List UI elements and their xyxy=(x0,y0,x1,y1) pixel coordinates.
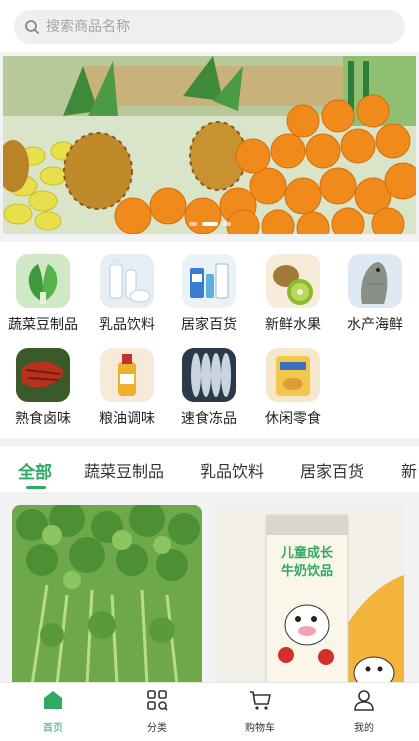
top-bar xyxy=(0,0,419,52)
celery-image xyxy=(12,505,202,685)
category-oil-seasoning[interactable]: 粮油调味 xyxy=(86,336,166,427)
oil-seasoning-image xyxy=(100,348,154,402)
app-page: 蔬菜豆制品 乳品饮料 居家百货 新鲜水果 水产海鲜 xyxy=(0,0,419,741)
category-cooked-food[interactable]: 熟食卤味 xyxy=(2,336,82,427)
category-label: 休闲零食 xyxy=(265,411,321,427)
milk-drink-image: 儿童成长 牛奶饮品 xyxy=(214,505,404,685)
pagination-dot-active[interactable] xyxy=(201,222,218,226)
nav-label: 首页 xyxy=(43,723,63,734)
search-icon xyxy=(25,20,39,34)
category-grid: 蔬菜豆制品 乳品饮料 居家百货 新鲜水果 水产海鲜 熟食卤味 粮油调味 速食冻品… xyxy=(0,242,419,438)
category-label: 居家百货 xyxy=(181,317,237,333)
nav-cart[interactable]: 购物车 xyxy=(220,689,300,739)
household-image xyxy=(182,254,236,308)
nav-label: 我的 xyxy=(354,723,374,734)
category-label: 水产海鲜 xyxy=(347,317,403,333)
category-snacks[interactable]: 休闲零食 xyxy=(252,336,332,427)
nav-category[interactable]: 分类 xyxy=(117,689,197,739)
search-bar[interactable] xyxy=(14,10,405,44)
tab-more[interactable]: 新 xyxy=(401,458,417,482)
category-label: 蔬菜豆制品 xyxy=(8,317,78,333)
category-household[interactable]: 居家百货 xyxy=(168,242,248,333)
package-text-1: 儿童成长 xyxy=(280,545,334,561)
snacks-image xyxy=(266,348,320,402)
product-card[interactable] xyxy=(12,505,202,685)
user-icon xyxy=(354,690,374,711)
package-text-2: 牛奶饮品 xyxy=(281,563,333,579)
category-seafood[interactable]: 水产海鲜 xyxy=(334,242,414,333)
product-card[interactable]: 儿童成长 牛奶饮品 xyxy=(214,505,404,685)
tab-dairy[interactable]: 乳品饮料 xyxy=(200,458,264,482)
category-frozen-food[interactable]: 速食冻品 xyxy=(168,336,248,427)
category-label: 新鲜水果 xyxy=(265,317,321,333)
category-tabs: 全部 蔬菜豆制品 乳品饮料 居家百货 新 xyxy=(0,446,419,492)
seafood-image xyxy=(348,254,402,308)
vegetables-image xyxy=(16,254,70,308)
tab-vegetables[interactable]: 蔬菜豆制品 xyxy=(84,458,164,482)
category-vegetables[interactable]: 蔬菜豆制品 xyxy=(2,242,82,333)
category-fruit[interactable]: 新鲜水果 xyxy=(252,242,332,333)
active-tab-indicator xyxy=(26,486,46,489)
category-icon xyxy=(147,690,168,711)
search-input[interactable] xyxy=(46,19,366,35)
category-label: 乳品饮料 xyxy=(99,317,155,333)
banner-pagination xyxy=(3,222,416,226)
category-dairy[interactable]: 乳品饮料 xyxy=(86,242,166,333)
banner-fruit-image xyxy=(3,56,416,234)
dairy-image xyxy=(100,254,154,308)
nav-label: 购物车 xyxy=(245,723,275,734)
promo-banner[interactable] xyxy=(3,56,416,234)
home-icon xyxy=(44,691,62,709)
frozen-food-image xyxy=(182,348,236,402)
fruit-image xyxy=(266,254,320,308)
product-list: 儿童成长 牛奶饮品 xyxy=(0,492,419,685)
cooked-food-image xyxy=(16,348,70,402)
pagination-dot[interactable] xyxy=(188,222,197,226)
category-label: 熟食卤味 xyxy=(15,411,71,427)
tab-household[interactable]: 居家百货 xyxy=(300,458,364,482)
category-label: 粮油调味 xyxy=(99,411,155,427)
bottom-navigation: 首页 分类 购物车 我的 xyxy=(0,682,419,741)
cart-icon xyxy=(250,691,271,710)
nav-label: 分类 xyxy=(147,723,167,734)
category-label: 速食冻品 xyxy=(181,411,237,427)
nav-profile[interactable]: 我的 xyxy=(324,689,404,739)
tab-all[interactable]: 全部 xyxy=(18,458,52,483)
pagination-dot[interactable] xyxy=(222,222,231,226)
nav-home[interactable]: 首页 xyxy=(13,689,93,739)
